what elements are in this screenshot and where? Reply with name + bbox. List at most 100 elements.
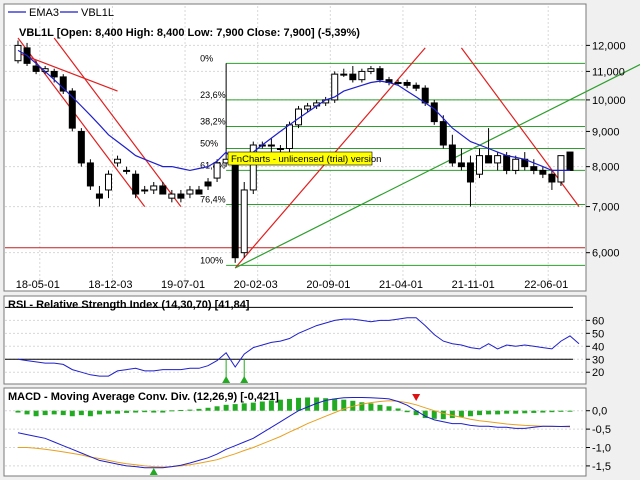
histogram-bar	[223, 404, 229, 411]
macd-y-tick-label: -0,5	[592, 424, 611, 436]
macd-y-axis: 0,0 -0,5 -1,0 -1,5	[586, 406, 611, 473]
candle-body-down	[430, 102, 438, 123]
histogram-bar	[332, 398, 338, 411]
candle-body-down	[448, 144, 456, 164]
histogram-bar	[558, 410, 564, 412]
candle-body-up	[240, 189, 248, 254]
histogram-bar	[540, 410, 546, 413]
rsi-y-tick-label: 40	[592, 341, 604, 353]
histogram-bar	[15, 410, 21, 413]
price-y-tick-label: 9,000	[592, 126, 620, 138]
candle-body-up	[14, 44, 22, 62]
histogram-bar	[124, 410, 130, 413]
macd-y-tick-label: 0,0	[592, 406, 607, 418]
fibonacci-label: 100%	[200, 255, 223, 265]
candle-body-down	[376, 68, 384, 81]
histogram-bar	[467, 410, 473, 417]
date-tick-label: 19-07-01	[161, 279, 205, 291]
histogram-bar	[395, 408, 401, 411]
histogram-bar	[431, 410, 437, 419]
histogram-bar	[404, 410, 410, 413]
candle-body-down	[530, 166, 538, 171]
price-y-tick-label: 7,000	[592, 202, 620, 214]
candle-body-up	[150, 185, 158, 191]
rsi-y-tick-label: 30	[592, 354, 604, 366]
histogram-bar	[486, 410, 492, 415]
chart-window: 0% 23,6% 38,2% 50% 61,8% 76,4% 100% 12,000 11,0…	[0, 0, 640, 480]
price-y-tick-label: 12,000	[592, 40, 626, 52]
candle-body-down	[466, 162, 474, 183]
histogram-bar	[504, 410, 510, 414]
histogram-bar	[178, 409, 184, 411]
histogram-bar	[386, 406, 392, 411]
price-y-axis: 12,000 11,000 10,000 9,000 8,000 7,000 6,000	[586, 40, 626, 260]
candle-body-up	[276, 148, 284, 151]
candle-body-up	[104, 173, 112, 191]
histogram-bar	[105, 410, 111, 414]
histogram-bar	[513, 410, 519, 414]
candle-body-down	[231, 162, 239, 259]
candle-body-up	[285, 124, 293, 150]
histogram-bar	[151, 410, 157, 413]
histogram-bar	[477, 410, 483, 416]
histogram-bar	[24, 410, 30, 415]
histogram-bar	[522, 410, 528, 414]
fibonacci-label: 23,6%	[200, 90, 226, 100]
histogram-bar	[531, 410, 537, 413]
legend-label-ema3: EMA3	[29, 7, 59, 19]
histogram-bar	[33, 410, 39, 417]
candle-body-down	[195, 189, 203, 195]
histogram-bar	[296, 397, 302, 411]
candle-body-up	[304, 105, 312, 110]
candle-body-down	[439, 121, 447, 146]
date-tick-label: 18-12-03	[88, 279, 132, 291]
candle-body-down	[32, 65, 40, 72]
rsi-y-tick-label: 60	[592, 315, 604, 327]
candle-body-down	[86, 162, 94, 187]
histogram-bar	[42, 410, 48, 416]
macd-header: MACD - Moving Average Conv. Div. (12,26,…	[8, 391, 279, 403]
histogram-bar	[214, 406, 220, 411]
histogram-bar	[51, 410, 57, 415]
histogram-bar	[495, 410, 501, 415]
price-y-tick-label: 10,000	[592, 95, 626, 107]
histogram-bar	[549, 410, 555, 413]
date-tick-label: 20-02-03	[234, 279, 278, 291]
histogram-bar	[187, 409, 193, 411]
rsi-header: RSI - Relative Strength Index (14,30,70)…	[8, 299, 250, 311]
candle-body-down	[95, 193, 103, 199]
candle-body-up	[394, 81, 402, 84]
chart-canvas: 0% 23,6% 38,2% 50% 61,8% 76,4% 100% 12,000 11,0…	[3, 3, 640, 477]
candle-body-down	[457, 162, 465, 168]
candle-body-down	[159, 185, 167, 195]
fibonacci-label: 38,2%	[200, 116, 226, 126]
candle-body-up	[267, 144, 275, 147]
date-tick-label: 21-04-01	[379, 279, 423, 291]
macd-y-tick-label: -1,5	[592, 461, 611, 473]
candle-body-down	[204, 181, 212, 187]
price-y-tick-label: 8,000	[592, 162, 620, 174]
histogram-bar	[160, 410, 166, 413]
histogram-bar	[232, 404, 238, 411]
histogram-bar	[169, 410, 175, 412]
candle-body-up	[367, 68, 375, 72]
candle-body-down	[539, 169, 547, 175]
histogram-bar	[241, 403, 247, 411]
histogram-bar	[78, 410, 84, 416]
histogram-bar	[69, 410, 75, 417]
histogram-bar	[96, 410, 102, 415]
price-y-tick-label: 6,000	[592, 248, 620, 260]
legend-label-vbl1l: VBL1L	[81, 7, 114, 19]
rsi-y-tick-label: 20	[592, 367, 604, 379]
macd-y-tick-label: -1,0	[592, 443, 611, 455]
watermark-text: FnCharts - unlicensed (trial) version	[231, 154, 381, 165]
candle-body-down	[132, 173, 140, 195]
rsi-y-tick-label: 50	[592, 328, 604, 340]
histogram-bar	[205, 407, 211, 411]
histogram-bar	[377, 404, 383, 411]
candle-body-up	[358, 70, 366, 81]
candle-body-down	[349, 73, 357, 81]
candle-body-up	[494, 155, 502, 164]
candle-body-down	[503, 155, 511, 171]
candle-body-down	[548, 173, 556, 183]
